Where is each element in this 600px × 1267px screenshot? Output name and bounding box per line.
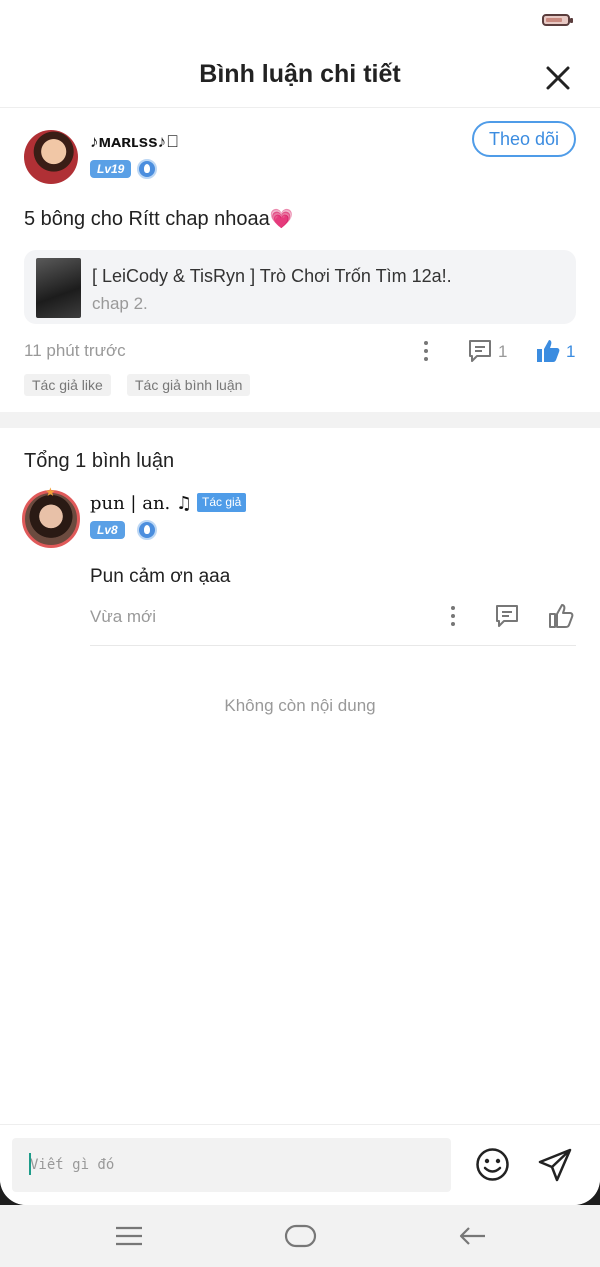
comment-body: 5 bông cho Rítt chap nhoaa bbox=[24, 208, 270, 230]
reply-text: Pun cảm ơn ạaa bbox=[90, 566, 231, 587]
vip-badge-icon bbox=[137, 159, 157, 179]
comment-icon[interactable] bbox=[494, 604, 520, 628]
thumbs-up-icon[interactable] bbox=[548, 603, 574, 629]
tag-author-like[interactable]: Tác giả like bbox=[24, 374, 111, 396]
story-card[interactable]: [ LeiCody & TisRyn ] Trò Chơi Trốn Tìm 1… bbox=[24, 250, 576, 324]
text-cursor bbox=[29, 1153, 31, 1175]
end-of-list-label: Không còn nội dung bbox=[224, 696, 376, 715]
divider bbox=[90, 645, 576, 646]
header: Bình luận chi tiết bbox=[0, 44, 600, 108]
vip-badge-icon bbox=[137, 520, 157, 540]
home-icon[interactable] bbox=[284, 1224, 317, 1248]
crown-icon: ★ bbox=[45, 485, 56, 499]
comment-input[interactable] bbox=[12, 1138, 451, 1192]
heart-emoji: 💗 bbox=[269, 209, 294, 230]
reply-time: Vừa mới bbox=[90, 607, 156, 626]
story-title: [ LeiCody & TisRyn ] Trò Chơi Trốn Tìm 1… bbox=[92, 266, 452, 286]
system-nav-bar bbox=[0, 1205, 600, 1267]
avatar[interactable] bbox=[24, 130, 78, 184]
status-bar bbox=[0, 0, 600, 40]
page-title: Bình luận chi tiết bbox=[199, 60, 401, 88]
comment-time: 11 phút trước bbox=[24, 341, 126, 360]
battery-icon bbox=[542, 14, 573, 26]
send-icon[interactable] bbox=[537, 1147, 573, 1183]
author-badge: Tác giả bbox=[197, 493, 247, 512]
comment-username[interactable]: ♪ᴍᴀʀʟss♪⃝ bbox=[90, 132, 179, 152]
thumbs-up-icon[interactable] bbox=[535, 338, 561, 364]
menu-icon[interactable] bbox=[115, 1225, 143, 1247]
section-separator bbox=[0, 412, 600, 428]
level-badge: Lv19 bbox=[90, 160, 132, 178]
story-cover-image bbox=[36, 258, 81, 318]
close-icon[interactable] bbox=[544, 64, 572, 92]
level-badge: Lv8 bbox=[90, 521, 125, 539]
like-count: 1 bbox=[566, 342, 576, 361]
tag-author-comment[interactable]: Tác giả bình luận bbox=[127, 374, 251, 396]
comment-text: 5 bông cho Rítt chap nhoaa💗 bbox=[24, 207, 293, 231]
story-chapter: chap 2. bbox=[92, 294, 148, 313]
follow-button[interactable]: Theo dõi bbox=[472, 121, 576, 157]
replies-total: Tổng 1 bình luận bbox=[24, 450, 175, 472]
comment-detail-screen: Bình luận chi tiết ♪ᴍᴀʀʟss♪⃝ Lv19 Theo d… bbox=[0, 0, 600, 1205]
more-options-icon[interactable] bbox=[421, 339, 431, 363]
more-options-icon[interactable] bbox=[448, 604, 458, 628]
reply-username[interactable]: pun | an. ♫ bbox=[90, 493, 192, 514]
emoji-icon[interactable] bbox=[475, 1147, 510, 1182]
back-icon[interactable] bbox=[458, 1225, 486, 1247]
comment-count: 1 bbox=[498, 342, 508, 361]
comment-icon[interactable] bbox=[467, 339, 493, 363]
comment-input-bar bbox=[0, 1124, 600, 1205]
